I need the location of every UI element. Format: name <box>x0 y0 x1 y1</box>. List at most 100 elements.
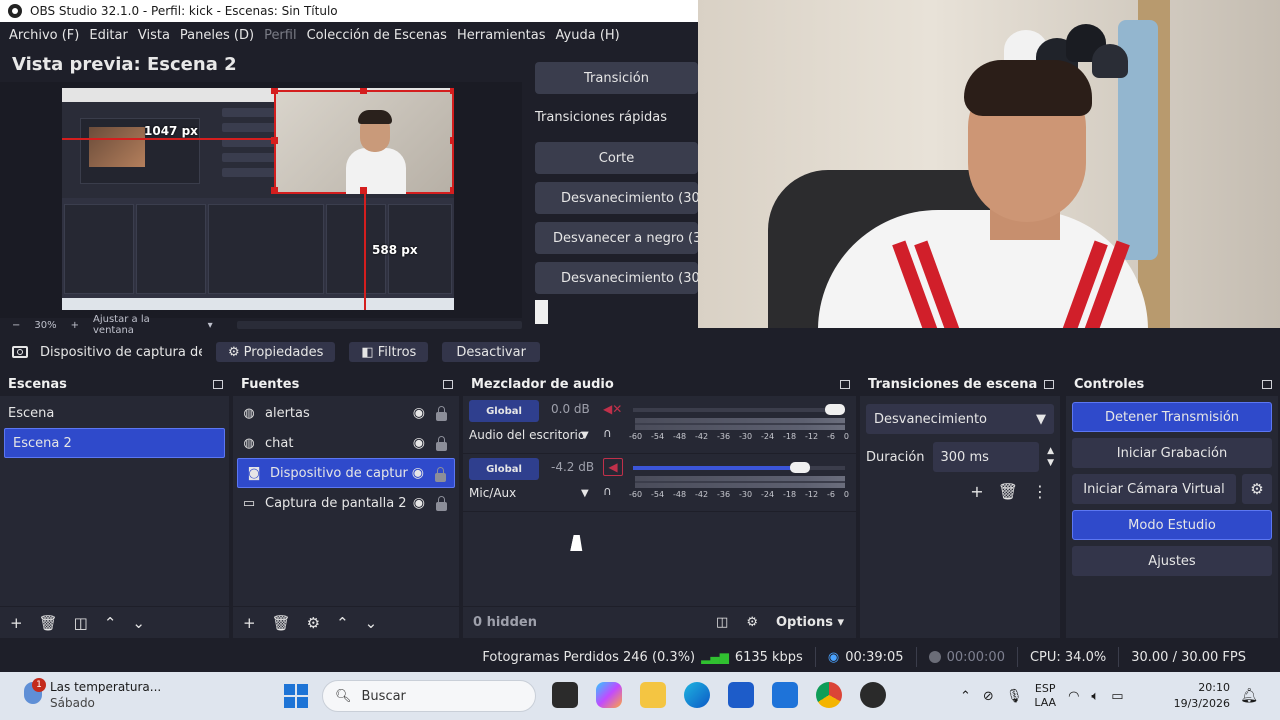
filters-icon[interactable]: ◫ <box>74 614 88 632</box>
wifi-icon[interactable]: ◠ <box>1068 689 1079 704</box>
volume-knob[interactable] <box>789 462 810 473</box>
transition-button[interactable]: Transición <box>535 62 698 94</box>
chevron-down-icon[interactable]: ▼ <box>581 488 589 499</box>
float-icon[interactable] <box>213 379 223 389</box>
chevron-down-icon[interactable]: ⌄ <box>132 614 145 632</box>
clock[interactable]: 20:10 19/3/2026 <box>1174 680 1230 712</box>
chevron-up-icon[interactable]: ⌃ <box>104 614 117 632</box>
outlook-icon[interactable] <box>772 682 798 708</box>
eye-icon[interactable]: ◉ <box>413 435 425 451</box>
scrollbar-handle[interactable] <box>535 300 548 324</box>
quick-transition-cut[interactable]: Corte <box>535 142 698 174</box>
layout-icon[interactable]: ◫ <box>716 615 728 630</box>
stop-stream-button[interactable]: Detener Transmisión <box>1072 402 1272 432</box>
trash-icon[interactable]: 🗑 <box>39 614 58 632</box>
chevron-down-icon[interactable]: ▾ <box>208 320 213 331</box>
trash-icon[interactable]: 🗑 <box>272 614 291 632</box>
gear-icon[interactable]: ⚙ <box>1242 474 1272 504</box>
mute-icon[interactable]: ◀✕ <box>603 402 622 416</box>
chevron-down-icon[interactable]: ▼ <box>581 430 589 441</box>
source-item[interactable]: ▭ Captura de pantalla 2 ◉ <box>233 488 459 518</box>
quick-transition-fade-black[interactable]: Desvanecer a negro (300ms) <box>535 222 698 254</box>
transition-select[interactable]: Desvanecimiento ▼ <box>866 404 1054 434</box>
preview-scrollbar[interactable] <box>236 321 522 329</box>
resize-handle[interactable] <box>450 187 454 194</box>
notification-bell-icon[interactable]: 🔔︎ <box>1240 688 1258 704</box>
float-icon[interactable] <box>443 379 453 389</box>
chevron-up-icon[interactable]: ⌃ <box>336 614 349 632</box>
microphone-icon[interactable]: 🎙︎ <box>1006 689 1023 704</box>
zoom-in-button[interactable]: + <box>71 320 79 331</box>
menu-help[interactable]: Ayuda (H) <box>551 28 625 43</box>
scene-item[interactable]: Escena <box>0 398 229 428</box>
quick-transition-fade[interactable]: Desvanecimiento (300ms) <box>535 182 698 214</box>
add-icon[interactable]: + <box>970 482 983 501</box>
menu-view[interactable]: Vista <box>133 28 175 43</box>
resize-handle[interactable] <box>271 137 278 144</box>
source-item[interactable]: ◍ alertas ◉ <box>233 398 459 428</box>
cloud-off-icon[interactable]: ⊘ <box>983 689 994 704</box>
store-icon[interactable] <box>728 682 754 708</box>
more-icon[interactable]: ⋮ <box>1032 482 1048 501</box>
language-indicator[interactable]: ESP LAA <box>1034 682 1056 710</box>
global-button[interactable]: Global <box>469 458 539 480</box>
scene-item-selected[interactable]: Escena 2 <box>4 428 225 458</box>
start-recording-button[interactable]: Iniciar Grabación <box>1072 438 1272 468</box>
menu-docks[interactable]: Paneles (D) <box>175 28 259 43</box>
lock-icon[interactable] <box>435 467 446 482</box>
volume-knob[interactable] <box>825 404 845 415</box>
windows-start-icon[interactable] <box>284 684 308 708</box>
duration-input[interactable]: 300 ms <box>932 442 1040 472</box>
zoom-mode-select[interactable]: Ajustar a la ventana <box>93 314 194 336</box>
resize-handle[interactable] <box>360 187 367 194</box>
menu-profile[interactable]: Perfil <box>259 28 302 43</box>
file-explorer-icon[interactable] <box>640 682 666 708</box>
obs-taskbar-icon[interactable] <box>860 682 886 708</box>
copilot-icon[interactable] <box>596 682 622 708</box>
lock-icon[interactable] <box>436 406 447 421</box>
eye-icon[interactable]: ◉ <box>413 495 425 511</box>
mixer-settings-icon[interactable]: ⚙ <box>746 615 758 630</box>
resize-handle[interactable] <box>450 137 454 144</box>
battery-icon[interactable]: ▭ <box>1111 689 1123 704</box>
monitor-off-icon[interactable]: ∩ <box>603 426 612 440</box>
taskbar-search[interactable]: 🔍︎ Buscar <box>322 680 536 712</box>
lock-icon[interactable] <box>436 496 447 511</box>
deactivate-button[interactable]: Desactivar <box>442 342 540 362</box>
task-view-icon[interactable] <box>552 682 578 708</box>
volume-icon[interactable]: 🔈︎ <box>1091 689 1099 704</box>
eye-icon[interactable]: ◉ <box>413 405 425 421</box>
settings-button[interactable]: Ajustes <box>1072 546 1272 576</box>
lock-icon[interactable] <box>436 436 447 451</box>
properties-button[interactable]: ⚙ Propiedades <box>216 342 336 362</box>
gear-icon[interactable]: ⚙ <box>307 614 320 632</box>
edge-icon[interactable] <box>684 682 710 708</box>
resize-handle[interactable] <box>360 88 367 94</box>
eye-icon[interactable]: ◉ <box>412 465 424 481</box>
float-icon[interactable] <box>1262 379 1272 389</box>
options-button[interactable]: Options ▾ <box>776 615 844 630</box>
float-icon[interactable] <box>840 379 850 389</box>
global-button[interactable]: Global <box>469 400 539 422</box>
resize-handle[interactable] <box>450 88 454 94</box>
menu-scene-collection[interactable]: Colección de Escenas <box>302 28 452 43</box>
filters-button[interactable]: ◧ Filtros <box>349 342 429 362</box>
studio-mode-button[interactable]: Modo Estudio <box>1072 510 1272 540</box>
chevron-up-icon[interactable]: ⌃ <box>960 689 971 704</box>
menu-file[interactable]: Archivo (F) <box>4 28 84 43</box>
chevron-down-icon[interactable]: ⌄ <box>365 614 378 632</box>
source-item-selected[interactable]: ◙ Dispositivo de captura de video ◉ <box>237 458 455 488</box>
preview-area[interactable]: 1047 px 588 px <box>0 82 522 318</box>
virtual-camera-button[interactable]: Iniciar Cámara Virtual <box>1072 474 1236 504</box>
zoom-out-button[interactable]: − <box>12 320 20 331</box>
resize-handle[interactable] <box>271 88 278 94</box>
mini-camera-source[interactable] <box>274 90 454 194</box>
add-icon[interactable]: + <box>10 614 23 632</box>
menu-edit[interactable]: Editar <box>84 28 133 43</box>
volume-slider[interactable] <box>633 404 845 415</box>
add-icon[interactable]: + <box>243 614 256 632</box>
volume-slider[interactable] <box>633 462 845 473</box>
resize-handle[interactable] <box>271 187 278 194</box>
quick-transition-fade-2[interactable]: Desvanecimiento (300ms) <box>535 262 698 294</box>
chrome-icon[interactable] <box>816 682 842 708</box>
